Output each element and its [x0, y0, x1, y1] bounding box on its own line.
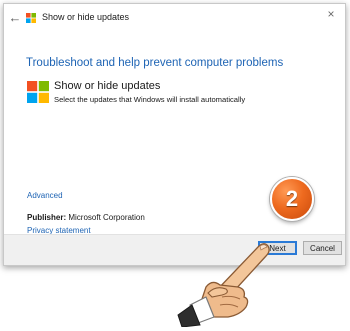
publisher-value: Microsoft Corporation	[68, 213, 145, 222]
cancel-button[interactable]: Cancel	[303, 241, 342, 255]
publisher-info: Publisher: Microsoft Corporation	[27, 213, 145, 222]
back-arrow-icon[interactable]: ←	[8, 11, 22, 25]
troubleshooter-title: Show or hide updates	[54, 80, 161, 92]
dialog-window: ← Show or hide updates × Troubleshoot an…	[3, 3, 346, 266]
troubleshooter-description: Select the updates that Windows will ins…	[54, 95, 246, 104]
close-icon[interactable]: ×	[325, 8, 337, 20]
publisher-label: Publisher:	[27, 213, 67, 222]
button-bar: Next Cancel	[4, 234, 345, 265]
windows-logo-icon	[27, 81, 49, 103]
advanced-link[interactable]: Advanced	[27, 191, 63, 200]
window-title: Show or hide updates	[42, 12, 130, 22]
step-number-badge: 2	[270, 177, 314, 221]
pointing-hand-icon	[177, 243, 270, 327]
page-heading: Troubleshoot and help prevent computer p…	[26, 57, 284, 69]
title-bar: ← Show or hide updates ×	[4, 4, 345, 32]
windows-logo-icon	[26, 13, 36, 23]
